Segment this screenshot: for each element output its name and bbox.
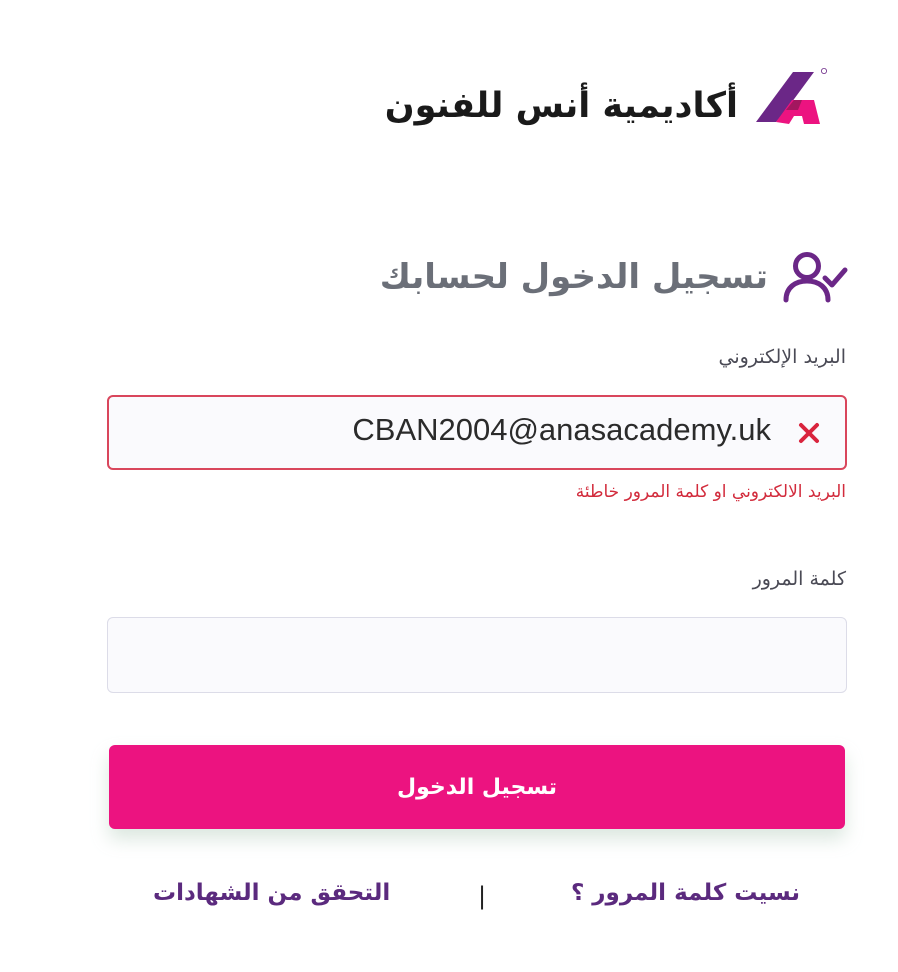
email-field-wrapper <box>107 395 847 470</box>
brand-logo[interactable]: أكاديمية أنس للفنون <box>385 66 828 138</box>
forgot-password-link[interactable]: نسيت كلمة المرور ؟ <box>571 880 800 906</box>
login-heading: تسجيل الدخول لحسابك <box>380 246 848 308</box>
user-check-icon <box>783 252 848 303</box>
footer-links: نسيت كلمة المرور ؟ | التحقق من الشهادات <box>0 880 898 920</box>
page-title: تسجيل الدخول لحسابك <box>379 257 768 297</box>
email-error-message: البريد الالكتروني او كلمة المرور خاطئة <box>575 482 846 502</box>
login-page: أكاديمية أنس للفنون تسجيل الدخول لحسابك … <box>0 0 898 972</box>
password-field[interactable] <box>108 618 846 692</box>
close-icon[interactable] <box>797 421 821 445</box>
anas-academy-logo-icon <box>756 68 828 124</box>
email-label: البريد الإلكتروني <box>718 346 847 368</box>
password-label: كلمة المرور <box>752 568 846 590</box>
email-field[interactable] <box>109 397 845 468</box>
password-field-wrapper <box>107 617 847 693</box>
footer-divider: | <box>478 882 487 910</box>
brand-name: أكاديمية أنس للفنون <box>384 86 738 126</box>
verify-certificates-link[interactable]: التحقق من الشهادات <box>153 880 390 906</box>
login-button[interactable]: تسجيل الدخول <box>109 745 845 829</box>
